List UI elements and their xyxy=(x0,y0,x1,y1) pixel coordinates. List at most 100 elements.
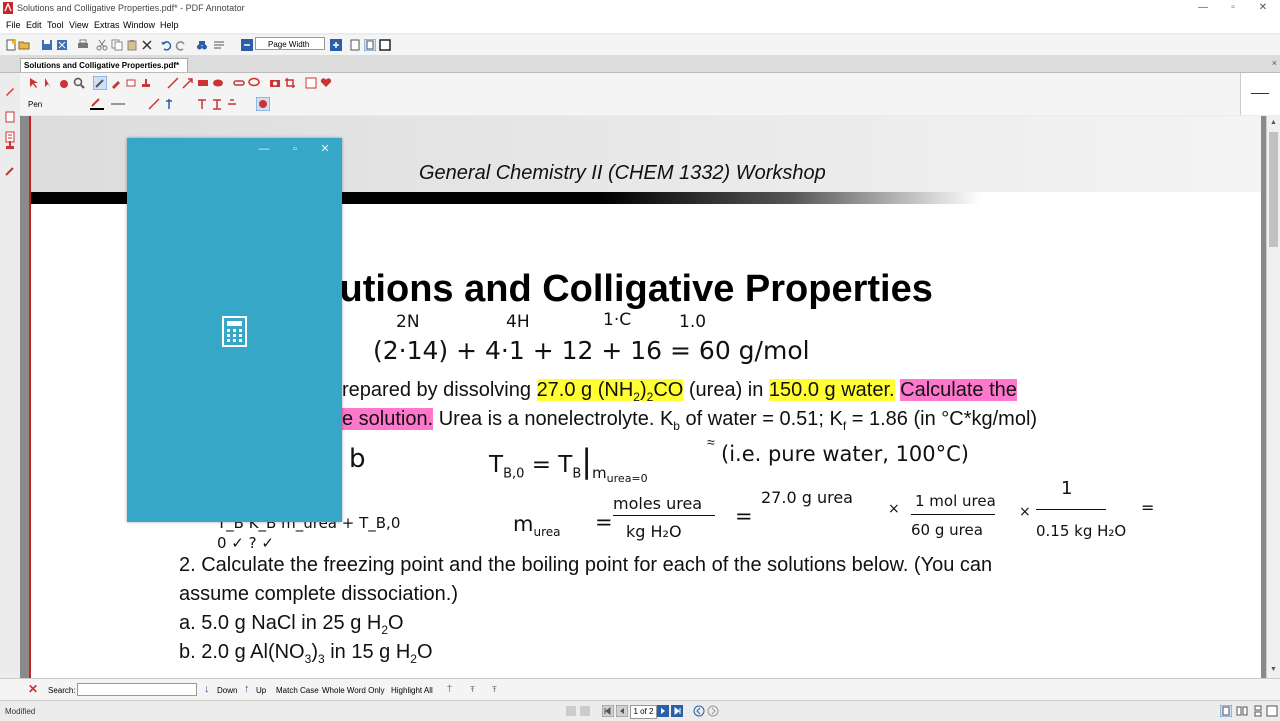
first-page-icon[interactable] xyxy=(602,705,614,717)
hw-equals-3: = xyxy=(1141,498,1155,517)
document-tab[interactable]: Solutions and Colligative Properties.pdf… xyxy=(20,58,188,72)
zoom-level-select[interactable]: Page Width xyxy=(255,37,325,50)
find-up-button[interactable]: Up xyxy=(256,686,266,695)
paste-icon[interactable] xyxy=(126,39,138,51)
calc-close-button[interactable]: ✕ xyxy=(310,141,340,157)
q2b-sub2: 3 xyxy=(317,652,325,666)
find-up-icon[interactable]: ↑ xyxy=(244,683,250,695)
calculator-window[interactable]: — ▫ ✕ xyxy=(127,138,342,522)
eraser-icon[interactable] xyxy=(125,77,137,89)
delete-icon[interactable] xyxy=(141,39,153,51)
panel-menu-icon[interactable] xyxy=(1251,93,1269,94)
tab-close-icon[interactable]: × xyxy=(1272,58,1277,68)
open-folder-icon[interactable] xyxy=(18,39,30,51)
scrollbar-thumb[interactable] xyxy=(1269,132,1278,247)
zoom-in-icon[interactable] xyxy=(330,39,342,51)
side-panel-header xyxy=(1240,73,1280,115)
left-tool-sidebar xyxy=(0,73,21,678)
continuous-layout-icon[interactable] xyxy=(1252,705,1264,717)
continuous-view-icon[interactable] xyxy=(364,39,376,51)
pen-color-icon[interactable] xyxy=(90,98,104,110)
last-page-icon[interactable] xyxy=(671,705,683,717)
menu-view[interactable]: View xyxy=(69,20,88,30)
find-binoculars-icon[interactable] xyxy=(196,39,208,51)
calc-minimize-button[interactable]: — xyxy=(249,141,279,157)
line-width-icon[interactable] xyxy=(110,98,130,110)
page-number-indicator[interactable]: 1 of 2 xyxy=(630,705,657,719)
facing-layout-icon[interactable] xyxy=(1266,705,1278,717)
menu-tool[interactable]: Tool xyxy=(47,20,64,30)
pen-icon[interactable] xyxy=(93,76,107,90)
new-document-icon[interactable] xyxy=(5,39,17,51)
two-page-layout-icon[interactable] xyxy=(1236,705,1248,717)
fullscreen-icon[interactable] xyxy=(379,39,391,51)
forward-icon[interactable] xyxy=(707,705,719,717)
search-option-3-icon[interactable]: Ŧ xyxy=(492,685,497,694)
main-toolbar: Page Width xyxy=(0,35,1280,56)
link-tool-icon[interactable] xyxy=(233,77,245,89)
search-option-1-icon[interactable]: Ť xyxy=(447,685,452,694)
search-option-2-icon[interactable]: Ŧ xyxy=(470,685,475,694)
text-bottom-icon[interactable] xyxy=(211,98,223,110)
camera-icon[interactable] xyxy=(269,77,281,89)
page-thumbnails-icon[interactable] xyxy=(4,111,16,123)
cut-icon[interactable] xyxy=(96,39,108,51)
properties-icon[interactable] xyxy=(213,39,225,51)
whole-word-toggle[interactable]: Whole Word Only xyxy=(322,686,385,695)
first-page-gray-icon[interactable] xyxy=(566,706,576,716)
prev-page-gray-icon[interactable] xyxy=(580,706,590,716)
find-down-button[interactable]: Down xyxy=(217,686,237,695)
search-close-icon[interactable]: ✕ xyxy=(28,682,38,696)
ellipse-tool-icon[interactable] xyxy=(212,77,224,89)
save-as-icon[interactable] xyxy=(56,39,68,51)
menu-file[interactable]: File xyxy=(6,20,21,30)
text-top-icon[interactable] xyxy=(196,98,208,110)
highlight-all-toggle[interactable]: Highlight All xyxy=(391,686,433,695)
menu-help[interactable]: Help xyxy=(160,20,179,30)
text-select-icon[interactable] xyxy=(43,77,55,89)
straight-line-icon[interactable] xyxy=(148,98,160,110)
zoom-tool-icon[interactable] xyxy=(73,77,85,89)
scroll-up-icon[interactable]: ▲ xyxy=(1270,119,1277,126)
close-button[interactable]: ✕ xyxy=(1248,0,1278,17)
copy-icon[interactable] xyxy=(111,39,123,51)
select-arrow-icon[interactable] xyxy=(28,77,40,89)
stamp-tool-icon[interactable] xyxy=(4,139,16,151)
arrow-tool-icon[interactable] xyxy=(182,77,194,89)
undo-icon[interactable] xyxy=(160,39,172,51)
menu-extras[interactable]: Extras xyxy=(94,20,120,30)
pointer-tool-icon[interactable] xyxy=(4,165,16,177)
vertical-scrollbar[interactable]: ▲ ▼ xyxy=(1266,116,1280,678)
recognize-icon[interactable] xyxy=(256,97,270,111)
scroll-down-icon[interactable]: ▼ xyxy=(1270,666,1277,673)
pressure-icon[interactable] xyxy=(163,98,175,110)
highlighter-icon[interactable] xyxy=(110,77,122,89)
next-page-icon[interactable] xyxy=(657,705,669,717)
save-icon[interactable] xyxy=(41,39,53,51)
print-icon[interactable] xyxy=(77,39,89,51)
find-down-icon[interactable]: ↓ xyxy=(204,683,210,695)
rectangle-tool-icon[interactable] xyxy=(197,77,209,89)
zoom-out-icon[interactable] xyxy=(241,39,253,51)
single-page-view-icon[interactable] xyxy=(349,39,361,51)
lasso-tool-icon[interactable] xyxy=(248,77,260,89)
prev-page-icon[interactable] xyxy=(616,705,628,717)
hand-tool-icon[interactable] xyxy=(58,77,70,89)
search-input[interactable] xyxy=(77,683,197,696)
insert-image-icon[interactable] xyxy=(305,77,317,89)
single-page-layout-icon[interactable] xyxy=(1220,705,1232,717)
crop-icon[interactable] xyxy=(284,77,296,89)
maximize-button[interactable]: ▫ xyxy=(1218,0,1248,17)
match-case-toggle[interactable]: Match Case xyxy=(276,686,319,695)
strikeout-icon[interactable] xyxy=(226,98,238,110)
redo-icon[interactable] xyxy=(175,39,187,51)
line-tool-icon[interactable] xyxy=(167,77,179,89)
menu-window[interactable]: Window xyxy=(123,20,155,30)
favorites-heart-icon[interactable] xyxy=(320,77,332,89)
stamp-icon[interactable] xyxy=(140,77,152,89)
menu-edit[interactable]: Edit xyxy=(26,20,42,30)
minimize-button[interactable]: — xyxy=(1188,0,1218,17)
pen-tool-icon[interactable] xyxy=(4,85,16,97)
back-icon[interactable] xyxy=(693,705,705,717)
calc-maximize-button[interactable]: ▫ xyxy=(280,141,310,157)
